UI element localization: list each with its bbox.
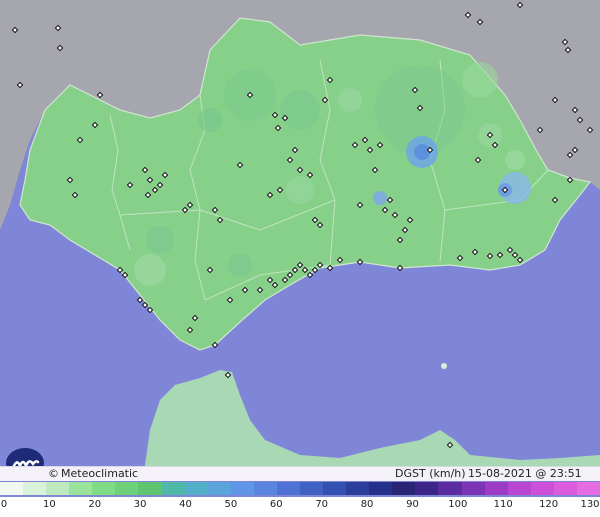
color-scale-bar <box>0 482 600 495</box>
variable-label: DGST (km/h) <box>395 467 466 480</box>
scale-swatch <box>0 482 24 495</box>
scale-swatch <box>530 482 554 495</box>
scale-swatch <box>323 482 347 495</box>
scale-swatch <box>369 482 393 495</box>
scale-swatch <box>276 482 301 495</box>
scale-swatch <box>553 482 577 495</box>
scale-label: 0 <box>0 499 8 510</box>
map-canvas <box>0 0 600 517</box>
scale-label: 100 <box>448 499 468 510</box>
scale-label: 130 <box>580 499 600 510</box>
scale-swatch <box>115 482 139 495</box>
color-scale-labels: 0 10 20 30 40 50 60 70 80 90 100 110 120 130 <box>0 497 600 517</box>
scale-swatch <box>230 482 254 495</box>
scale-swatch <box>46 482 70 495</box>
scale-swatch <box>507 482 531 495</box>
alboran-island <box>441 363 447 369</box>
scale-swatch <box>23 482 47 495</box>
scale-label: 70 <box>315 499 329 510</box>
scale-label: 120 <box>539 499 559 510</box>
scale-swatch <box>207 482 231 495</box>
scale-label: 20 <box>88 499 102 510</box>
scale-swatch <box>576 482 600 495</box>
scale-swatch <box>138 482 162 495</box>
scale-swatch <box>415 482 439 495</box>
scale-swatch <box>484 482 508 495</box>
scale-label: 80 <box>360 499 374 510</box>
scale-label: 30 <box>133 499 147 510</box>
scale-swatch <box>300 482 324 495</box>
scale-swatch <box>346 482 370 495</box>
scale-swatch <box>438 482 462 495</box>
scale-swatch <box>461 482 485 495</box>
scale-label: 60 <box>269 499 283 510</box>
weather-map: © Meteoclimatic DGST (km/h) 15-08-2021 @ … <box>0 0 600 517</box>
credit-symbol: © <box>48 467 59 480</box>
map-footer: © Meteoclimatic DGST (km/h) 15-08-2021 @ … <box>0 466 600 494</box>
scale-swatch <box>92 482 116 495</box>
scale-label: 40 <box>179 499 192 510</box>
scale-swatch <box>69 482 93 495</box>
scale-label: 50 <box>224 499 238 510</box>
credit-text: Meteoclimatic <box>61 467 139 480</box>
scale-swatch <box>392 482 416 495</box>
scale-swatch <box>184 482 208 495</box>
scale-label: 110 <box>493 499 513 510</box>
scale-swatch <box>253 482 277 495</box>
scale-label: 10 <box>43 499 56 510</box>
scale-swatch <box>161 482 185 495</box>
scale-label: 90 <box>406 499 419 510</box>
credit: © Meteoclimatic <box>48 467 138 481</box>
